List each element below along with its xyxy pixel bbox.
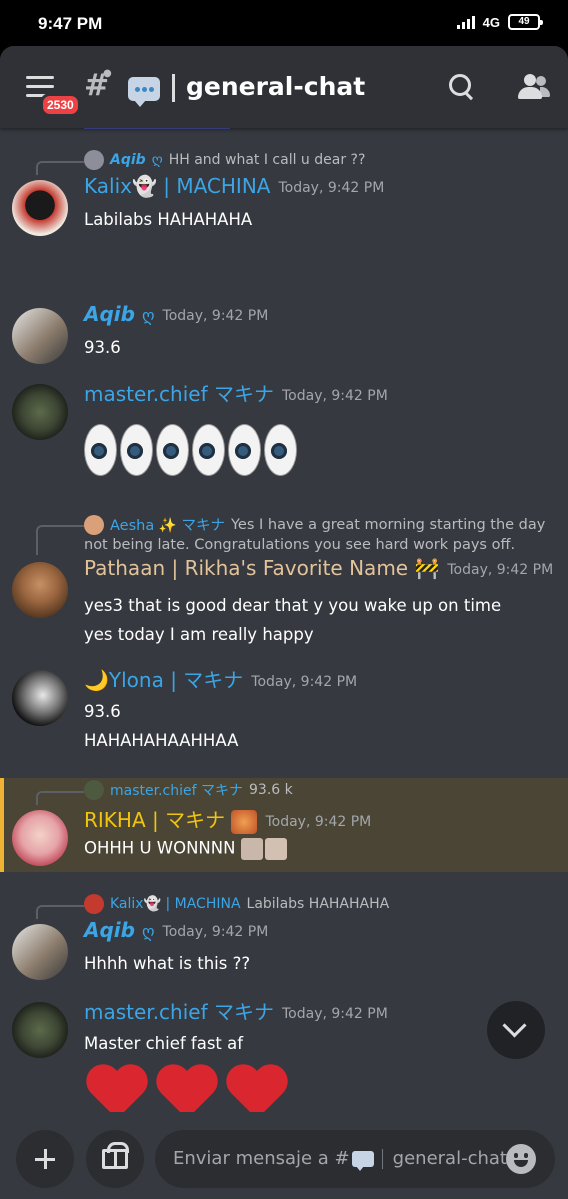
username[interactable]: master.chief マキナ Today, 9:42 PM [84, 378, 388, 407]
reply-preview[interactable]: Aesha ✨ マキナ Yes I have a great morning s… [84, 514, 545, 535]
username[interactable]: Aqib ღ Today, 9:42 PM [84, 302, 268, 326]
reply-text: HH and what I call u dear ?? [168, 152, 366, 168]
username[interactable]: Pathaan | Rikha's Favorite Name 🚧 Today, … [84, 556, 553, 580]
eyes-icon [228, 424, 261, 476]
eyes-icon [192, 424, 225, 476]
message-text: Labilabs HAHAHAHA [84, 210, 253, 229]
timestamp: Today, 9:42 PM [447, 561, 554, 578]
search-icon[interactable] [449, 74, 475, 100]
message-text: 93.6 [84, 702, 121, 721]
message-list[interactable]: Aqib ღ HH and what I call u dear ?? Kali… [0, 128, 568, 1199]
notification-badge: 2530 [40, 93, 81, 117]
avatar[interactable] [12, 1002, 68, 1058]
gift-icon [102, 1142, 129, 1169]
reply-connector [36, 905, 84, 919]
message-composer: Enviar mensaje a # general-chat [0, 1112, 568, 1199]
battery-icon: 49 [508, 14, 543, 30]
avatar[interactable] [12, 308, 68, 364]
sticker-icon [264, 838, 287, 860]
reply-author: master.chief マキナ [110, 783, 243, 799]
eyes-icon [264, 424, 297, 476]
eyes-icon [84, 424, 117, 476]
signal-icon [456, 15, 475, 29]
username[interactable]: RIKHA | マキナ Today, 9:42 PM [84, 804, 371, 834]
reply-author: Kalix👻 | MACHINA [110, 896, 241, 912]
lock-icon: ● [103, 68, 112, 79]
reply-avatar [84, 780, 104, 800]
reply-avatar [84, 514, 104, 535]
reply-text: 93.6 k [249, 782, 293, 798]
message-placeholder: Enviar mensaje a # general-chat [173, 1148, 507, 1171]
battery-level: 49 [518, 16, 530, 27]
username[interactable]: Aqib ღ Today, 9:42 PM [84, 918, 268, 942]
reply-author: Aqib [110, 152, 146, 168]
timestamp: Today, 9:42 PM [251, 673, 358, 690]
message-input[interactable]: Enviar mensaje a # general-chat [155, 1130, 555, 1188]
avatar[interactable] [12, 384, 68, 440]
reply-avatar [84, 150, 104, 170]
message-text: 93.6 [84, 338, 121, 357]
reply-avatar [84, 894, 104, 914]
add-attachment-button[interactable] [16, 1130, 74, 1188]
timestamp: Today, 9:42 PM [162, 923, 269, 940]
avatar[interactable] [12, 180, 68, 236]
members-icon[interactable] [516, 74, 550, 100]
avatar[interactable] [12, 924, 68, 980]
avatar[interactable] [12, 562, 68, 618]
speech-bubble-icon [351, 1151, 374, 1171]
message-text: Master chief fast af [84, 1034, 244, 1053]
message-text: yes today I am really happy [84, 625, 314, 644]
emoji-icon [231, 809, 258, 834]
message-text: HAHAHAHAAHHAA [84, 731, 239, 750]
reply-preview[interactable]: Aqib ღ HH and what I call u dear ?? [84, 150, 365, 170]
eyes-icon [120, 424, 153, 476]
username[interactable]: 🌙Ylona | マキナ Today, 9:42 PM [84, 664, 357, 693]
reply-preview[interactable]: master.chief マキナ 93.6 k [84, 780, 293, 800]
status-time: 9:47 PM [38, 14, 103, 33]
reply-text-line2: not being late. Congratulations you see … [84, 537, 516, 553]
avatar[interactable] [12, 670, 68, 726]
status-bar: 9:47 PM 4G 49 [0, 0, 568, 46]
reply-connector [36, 525, 84, 555]
network-label: 4G [482, 14, 500, 30]
username[interactable]: Kalix👻 | MACHINA Today, 9:42 PM [84, 174, 384, 198]
reply-connector [36, 791, 84, 805]
username[interactable]: master.chief マキナ Today, 9:42 PM [84, 996, 388, 1025]
timestamp: Today, 9:42 PM [281, 387, 388, 404]
title-divider [172, 74, 175, 102]
timestamp: Today, 9:42 PM [162, 307, 269, 324]
reply-text: Yes I have a great morning starting the … [231, 516, 546, 533]
message-text: Hhhh what is this ?? [84, 954, 251, 973]
speech-bubble-icon [128, 77, 160, 107]
gift-button[interactable] [86, 1130, 144, 1188]
channel-header: 2530 # ● general-chat [0, 46, 568, 128]
reply-preview[interactable]: Kalix👻 | MACHINA Labilabs HAHAHAHA [84, 894, 389, 914]
message-text: yes3 that is good dear that y you wake u… [84, 596, 502, 615]
timestamp: Today, 9:42 PM [265, 813, 372, 830]
eyes-icon [156, 424, 189, 476]
timestamp: Today, 9:42 PM [281, 1005, 388, 1022]
channel-title[interactable]: general-chat [186, 72, 365, 101]
reply-connector [36, 161, 84, 175]
avatar[interactable] [12, 810, 68, 866]
timestamp: Today, 9:42 PM [278, 179, 385, 196]
scroll-to-bottom-button[interactable] [487, 1001, 545, 1059]
reply-author: Aesha ✨ マキナ [110, 518, 225, 534]
reply-text: Labilabs HAHAHAHA [246, 896, 390, 912]
message-text: OHHH U WONNNN [84, 838, 287, 860]
heart-icon: ღ [151, 152, 163, 168]
sticker-icon [240, 838, 263, 860]
emoji-picker-button[interactable] [506, 1144, 536, 1174]
chat-app: 2530 # ● general-chat Aqib ღ HH and what… [0, 46, 568, 1199]
status-icons: 4G 49 [456, 14, 543, 30]
eyes-emoji-row [84, 424, 297, 476]
